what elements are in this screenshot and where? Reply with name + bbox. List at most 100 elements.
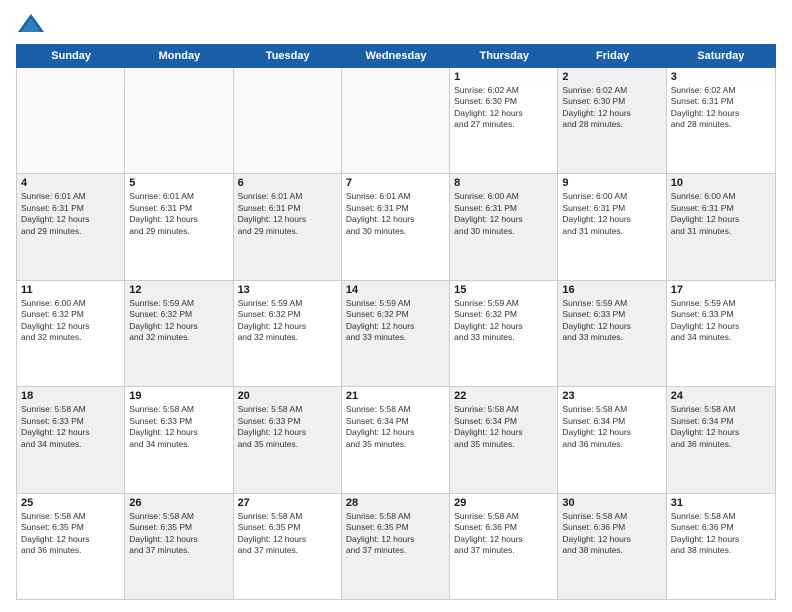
day-number: 10	[671, 177, 771, 189]
day-number: 16	[562, 284, 661, 296]
header-day-friday: Friday	[558, 45, 666, 67]
calendar-row-0: 1 Sunrise: 6:02 AM Sunset: 6:30 PM Daylig…	[17, 68, 775, 174]
cell-info: Sunrise: 5:58 AM Sunset: 6:35 PM Dayligh…	[129, 511, 228, 557]
cell-info: Sunrise: 6:02 AM Sunset: 6:30 PM Dayligh…	[454, 85, 553, 131]
calendar-cell: 1 Sunrise: 6:02 AM Sunset: 6:30 PM Daylig…	[450, 68, 558, 173]
day-number: 4	[21, 177, 120, 189]
cell-info: Sunrise: 5:58 AM Sunset: 6:34 PM Dayligh…	[671, 404, 771, 450]
calendar-cell: 21 Sunrise: 5:58 AM Sunset: 6:34 PM Dayli…	[342, 387, 450, 492]
day-number: 23	[562, 390, 661, 402]
cell-info: Sunrise: 5:58 AM Sunset: 6:33 PM Dayligh…	[21, 404, 120, 450]
calendar-cell: 18 Sunrise: 5:58 AM Sunset: 6:33 PM Dayli…	[17, 387, 125, 492]
day-number: 30	[562, 497, 661, 509]
calendar-cell: 2 Sunrise: 6:02 AM Sunset: 6:30 PM Daylig…	[558, 68, 666, 173]
day-number: 20	[238, 390, 337, 402]
cell-info: Sunrise: 6:00 AM Sunset: 6:31 PM Dayligh…	[671, 191, 771, 237]
cell-info: Sunrise: 6:02 AM Sunset: 6:31 PM Dayligh…	[671, 85, 771, 131]
day-number: 14	[346, 284, 445, 296]
day-number: 24	[671, 390, 771, 402]
calendar-cell	[125, 68, 233, 173]
day-number: 5	[129, 177, 228, 189]
calendar-cell	[342, 68, 450, 173]
header-day-tuesday: Tuesday	[234, 45, 342, 67]
cell-info: Sunrise: 5:59 AM Sunset: 6:32 PM Dayligh…	[238, 298, 337, 344]
day-number: 27	[238, 497, 337, 509]
cell-info: Sunrise: 5:58 AM Sunset: 6:34 PM Dayligh…	[454, 404, 553, 450]
cell-info: Sunrise: 5:58 AM Sunset: 6:36 PM Dayligh…	[562, 511, 661, 557]
cell-info: Sunrise: 6:00 AM Sunset: 6:31 PM Dayligh…	[454, 191, 553, 237]
cell-info: Sunrise: 6:01 AM Sunset: 6:31 PM Dayligh…	[21, 191, 120, 237]
calendar-cell: 29 Sunrise: 5:58 AM Sunset: 6:36 PM Dayli…	[450, 494, 558, 599]
cell-info: Sunrise: 5:58 AM Sunset: 6:35 PM Dayligh…	[21, 511, 120, 557]
cell-info: Sunrise: 5:59 AM Sunset: 6:33 PM Dayligh…	[562, 298, 661, 344]
calendar-cell: 10 Sunrise: 6:00 AM Sunset: 6:31 PM Dayli…	[667, 174, 775, 279]
calendar-cell: 24 Sunrise: 5:58 AM Sunset: 6:34 PM Dayli…	[667, 387, 775, 492]
day-number: 25	[21, 497, 120, 509]
cell-info: Sunrise: 5:58 AM Sunset: 6:34 PM Dayligh…	[346, 404, 445, 450]
day-number: 17	[671, 284, 771, 296]
calendar-cell: 20 Sunrise: 5:58 AM Sunset: 6:33 PM Dayli…	[234, 387, 342, 492]
cell-info: Sunrise: 5:58 AM Sunset: 6:33 PM Dayligh…	[238, 404, 337, 450]
calendar-cell: 13 Sunrise: 5:59 AM Sunset: 6:32 PM Dayli…	[234, 281, 342, 386]
header-day-sunday: Sunday	[17, 45, 125, 67]
day-number: 21	[346, 390, 445, 402]
calendar-cell: 3 Sunrise: 6:02 AM Sunset: 6:31 PM Daylig…	[667, 68, 775, 173]
day-number: 28	[346, 497, 445, 509]
calendar-cell: 14 Sunrise: 5:59 AM Sunset: 6:32 PM Dayli…	[342, 281, 450, 386]
page: SundayMondayTuesdayWednesdayThursdayFrid…	[0, 0, 792, 612]
header-day-wednesday: Wednesday	[342, 45, 450, 67]
cell-info: Sunrise: 5:59 AM Sunset: 6:33 PM Dayligh…	[671, 298, 771, 344]
calendar-cell: 23Sunrise: 5:58 AM Sunset: 6:34 PM Dayli…	[558, 387, 666, 492]
day-number: 13	[238, 284, 337, 296]
day-number: 29	[454, 497, 553, 509]
calendar-cell: 31Sunrise: 5:58 AM Sunset: 6:36 PM Dayli…	[667, 494, 775, 599]
calendar-cell: 15Sunrise: 5:59 AM Sunset: 6:32 PM Dayli…	[450, 281, 558, 386]
cell-info: Sunrise: 6:00 AM Sunset: 6:31 PM Dayligh…	[562, 191, 661, 237]
cell-info: Sunrise: 6:02 AM Sunset: 6:30 PM Dayligh…	[562, 85, 661, 131]
day-number: 7	[346, 177, 445, 189]
cell-info: Sunrise: 5:58 AM Sunset: 6:33 PM Dayligh…	[129, 404, 228, 450]
calendar-row-1: 4 Sunrise: 6:01 AM Sunset: 6:31 PM Daylig…	[17, 174, 775, 280]
day-number: 2	[562, 71, 661, 83]
calendar-body: 1 Sunrise: 6:02 AM Sunset: 6:30 PM Daylig…	[16, 68, 776, 600]
day-number: 22	[454, 390, 553, 402]
day-number: 12	[129, 284, 228, 296]
cell-info: Sunrise: 5:58 AM Sunset: 6:35 PM Dayligh…	[346, 511, 445, 557]
cell-info: Sunrise: 6:01 AM Sunset: 6:31 PM Dayligh…	[238, 191, 337, 237]
cell-info: Sunrise: 6:00 AM Sunset: 6:32 PM Dayligh…	[21, 298, 120, 344]
calendar-cell: 12 Sunrise: 5:59 AM Sunset: 6:32 PM Dayli…	[125, 281, 233, 386]
logo-icon	[16, 12, 46, 36]
calendar-cell: 26 Sunrise: 5:58 AM Sunset: 6:35 PM Dayli…	[125, 494, 233, 599]
header	[16, 12, 776, 36]
cell-info: Sunrise: 5:58 AM Sunset: 6:36 PM Dayligh…	[454, 511, 553, 557]
calendar-cell: 22 Sunrise: 5:58 AM Sunset: 6:34 PM Dayli…	[450, 387, 558, 492]
calendar-cell: 17 Sunrise: 5:59 AM Sunset: 6:33 PM Dayli…	[667, 281, 775, 386]
calendar-row-2: 11 Sunrise: 6:00 AM Sunset: 6:32 PM Dayli…	[17, 281, 775, 387]
cell-info: Sunrise: 6:01 AM Sunset: 6:31 PM Dayligh…	[346, 191, 445, 237]
day-number: 26	[129, 497, 228, 509]
logo	[16, 12, 50, 36]
cell-info: Sunrise: 5:58 AM Sunset: 6:35 PM Dayligh…	[238, 511, 337, 557]
day-number: 9	[562, 177, 661, 189]
day-number: 6	[238, 177, 337, 189]
calendar-row-3: 18 Sunrise: 5:58 AM Sunset: 6:33 PM Dayli…	[17, 387, 775, 493]
header-day-saturday: Saturday	[667, 45, 775, 67]
calendar-cell: 5Sunrise: 6:01 AM Sunset: 6:31 PM Daylig…	[125, 174, 233, 279]
day-number: 19	[129, 390, 228, 402]
calendar-cell: 25 Sunrise: 5:58 AM Sunset: 6:35 PM Dayli…	[17, 494, 125, 599]
calendar-row-4: 25 Sunrise: 5:58 AM Sunset: 6:35 PM Dayli…	[17, 494, 775, 599]
cell-info: Sunrise: 5:59 AM Sunset: 6:32 PM Dayligh…	[454, 298, 553, 344]
day-number: 1	[454, 71, 553, 83]
day-number: 3	[671, 71, 771, 83]
day-number: 18	[21, 390, 120, 402]
day-number: 8	[454, 177, 553, 189]
header-day-thursday: Thursday	[450, 45, 558, 67]
calendar-cell: 27 Sunrise: 5:58 AM Sunset: 6:35 PM Dayli…	[234, 494, 342, 599]
calendar-cell: 11 Sunrise: 6:00 AM Sunset: 6:32 PM Dayli…	[17, 281, 125, 386]
calendar-cell: 4 Sunrise: 6:01 AM Sunset: 6:31 PM Daylig…	[17, 174, 125, 279]
header-day-monday: Monday	[125, 45, 233, 67]
day-number: 11	[21, 284, 120, 296]
cell-info: Sunrise: 5:59 AM Sunset: 6:32 PM Dayligh…	[346, 298, 445, 344]
cell-info: Sunrise: 5:59 AM Sunset: 6:32 PM Dayligh…	[129, 298, 228, 344]
calendar: SundayMondayTuesdayWednesdayThursdayFrid…	[16, 44, 776, 600]
